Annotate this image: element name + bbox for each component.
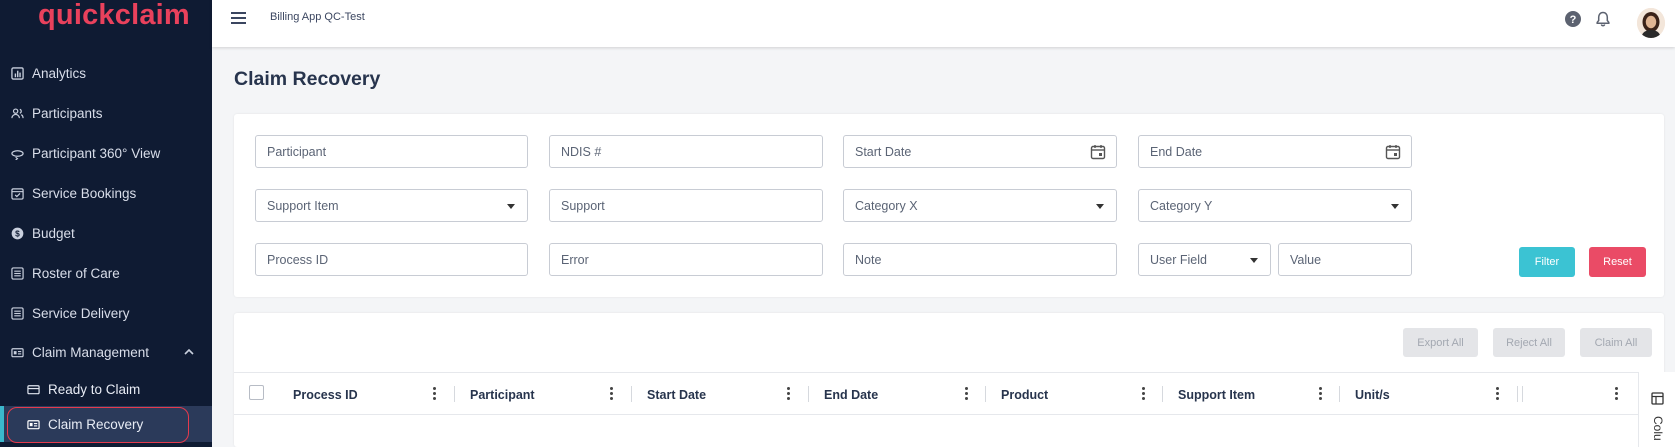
participant-input[interactable]: Participant (255, 135, 528, 168)
note-input[interactable]: Note (843, 243, 1117, 276)
sidebar-item-label: Ready to Claim (48, 381, 141, 397)
help-icon[interactable]: ? (1564, 10, 1582, 28)
active-indicator (0, 406, 4, 442)
app-title: Billing App QC-Test (270, 11, 365, 23)
sidebar-item-label: Roster of Care (32, 265, 120, 281)
column-menu-icon[interactable] (1615, 387, 1619, 401)
sidebar: quickclaim Analytics Participants Partic… (0, 0, 212, 447)
column-menu-icon[interactable] (965, 387, 969, 401)
chevron-up-icon[interactable] (183, 346, 195, 358)
app-logo[interactable]: quickclaim (38, 0, 190, 34)
sidebar-item-participants[interactable]: Participants (0, 93, 212, 133)
dropdown-arrow-icon (507, 204, 515, 209)
sidebar-item-roster-of-care[interactable]: Roster of Care (0, 253, 212, 293)
svg-text:?: ? (1570, 14, 1577, 26)
reset-button[interactable]: Reset (1589, 247, 1646, 277)
dropdown-arrow-icon (1096, 204, 1104, 209)
dropdown-arrow-icon (1250, 258, 1258, 263)
sidebar-item-analytics[interactable]: Analytics (0, 53, 212, 93)
table-header: Process ID Participant Start Date End Da… (234, 372, 1638, 415)
category-y-select[interactable]: Category Y (1138, 189, 1412, 222)
id-card-icon (27, 418, 40, 431)
sidebar-item-service-bookings[interactable]: Service Bookings (0, 173, 212, 213)
dropdown-arrow-icon (1391, 204, 1399, 209)
dollar-icon: $ (11, 227, 24, 240)
process-id-input[interactable]: Process ID (255, 243, 528, 276)
user-field-select[interactable]: User Field (1138, 243, 1271, 276)
list-icon (11, 306, 24, 320)
list-icon (11, 266, 24, 280)
sidebar-item-label: Participant 360° View (32, 145, 161, 161)
sidebar-item-service-delivery[interactable]: Service Delivery (0, 293, 212, 333)
column-header-process-id[interactable]: Process ID (293, 373, 358, 416)
column-resize-handle[interactable] (1517, 386, 1518, 402)
category-x-select[interactable]: Category X (843, 189, 1117, 222)
menu-icon[interactable] (231, 12, 247, 26)
sidebar-item-label: Claim Management (32, 344, 150, 360)
columns-icon (1651, 392, 1664, 405)
column-header-participant[interactable]: Participant (470, 373, 535, 416)
calendar-icon[interactable] (1385, 144, 1401, 160)
columns-panel-label: Colu (1651, 416, 1665, 441)
support-input[interactable]: Support (549, 189, 823, 222)
claim-icon (11, 346, 24, 359)
card-icon (27, 383, 40, 396)
columns-panel-tab[interactable]: Colu (1638, 372, 1675, 447)
sidebar-item-budget[interactable]: $ Budget (0, 213, 212, 253)
start-date-input[interactable]: Start Date (843, 135, 1117, 168)
view-360-icon (11, 147, 24, 160)
column-menu-icon[interactable] (1496, 387, 1500, 401)
ndis-input[interactable]: NDIS # (549, 135, 823, 168)
column-header-units[interactable]: Unit/s (1355, 373, 1390, 416)
column-header-end-date[interactable]: End Date (824, 373, 878, 416)
top-bar: Billing App QC-Test ? (212, 0, 1675, 47)
column-header-product[interactable]: Product (1001, 373, 1048, 416)
avatar[interactable] (1637, 8, 1665, 38)
bell-icon[interactable] (1594, 10, 1612, 28)
filter-button[interactable]: Filter (1519, 247, 1575, 277)
value-input[interactable]: Value (1278, 243, 1412, 276)
sidebar-item-label: Budget (32, 225, 75, 241)
column-menu-icon[interactable] (1142, 387, 1146, 401)
column-resize-handle[interactable] (1162, 386, 1163, 402)
sidebar-item-label: Participants (32, 105, 103, 121)
column-menu-icon[interactable] (1319, 387, 1323, 401)
column-resize-handle[interactable] (454, 386, 455, 402)
calendar-icon[interactable] (1090, 144, 1106, 160)
sidebar-item-label: Claim Recovery (48, 416, 144, 432)
column-header-start-date[interactable]: Start Date (647, 373, 706, 416)
sidebar-subitem-claim-recovery[interactable]: Claim Recovery (0, 406, 212, 442)
sidebar-item-label: Analytics (32, 65, 87, 81)
support-item-select[interactable]: Support Item (255, 189, 528, 222)
column-resize-handle[interactable] (631, 386, 632, 402)
export-all-button[interactable]: Export All (1403, 328, 1478, 357)
sidebar-item-participant-360-view[interactable]: Participant 360° View (0, 133, 212, 173)
analytics-icon (11, 66, 24, 80)
sidebar-item-claim-management[interactable]: Claim Management (0, 332, 212, 372)
column-resize-handle[interactable] (1339, 386, 1340, 402)
column-menu-icon[interactable] (787, 387, 791, 401)
column-resize-handle[interactable] (808, 386, 809, 402)
reject-all-button[interactable]: Reject All (1493, 328, 1565, 357)
column-resize-handle[interactable] (985, 386, 986, 402)
column-menu-icon[interactable] (433, 387, 437, 401)
sidebar-item-label: Service Delivery (32, 305, 130, 321)
claim-all-button[interactable]: Claim All (1580, 328, 1652, 357)
column-resize-handle[interactable] (1522, 386, 1523, 402)
column-header-support-item[interactable]: Support Item (1178, 373, 1255, 416)
sidebar-subitem-ready-to-claim[interactable]: Ready to Claim (0, 371, 212, 407)
error-input[interactable]: Error (549, 243, 823, 276)
end-date-input[interactable]: End Date (1138, 135, 1412, 168)
participants-icon (11, 107, 24, 120)
column-menu-icon[interactable] (610, 387, 614, 401)
select-all-checkbox[interactable] (249, 385, 264, 400)
svg-text:$: $ (15, 228, 20, 238)
page-title: Claim Recovery (234, 68, 381, 90)
calendar-check-icon (11, 187, 24, 200)
sidebar-item-label: Service Bookings (32, 185, 137, 201)
